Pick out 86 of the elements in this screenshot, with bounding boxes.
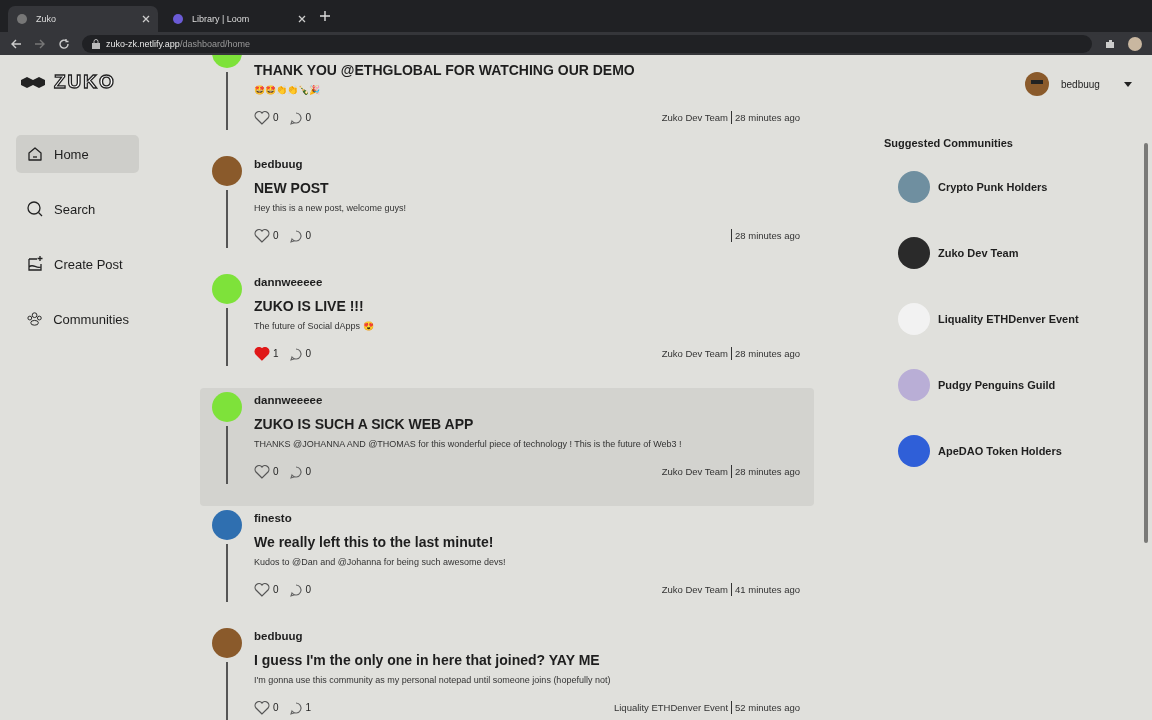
post-title: ZUKO IS LIVE !!!: [254, 298, 365, 314]
nav-item[interactable]: Communities: [16, 300, 139, 338]
heart-icon[interactable]: [254, 228, 270, 243]
scrollbar[interactable]: [1144, 143, 1148, 543]
user-avatar-icon: [1025, 72, 1049, 96]
community-item[interactable]: ApeDAO Token Holders: [884, 418, 1152, 484]
post-body: I'm gonna use this community as my personal notepad until someone joins (hopefully not): [254, 675, 612, 687]
post-community[interactable]: Liquality ETHDenver Event: [613, 702, 729, 713]
community-item[interactable]: Pudgy Penguins Guild: [884, 352, 1152, 418]
post-title: NEW POST: [254, 180, 330, 196]
nav-item[interactable]: Home: [16, 135, 139, 173]
new-tab-icon: [320, 11, 330, 21]
people-icon: [26, 310, 44, 328]
post-author[interactable]: bedbuug: [254, 158, 800, 172]
address-field[interactable]: zuko-zk.netlify.app/dashboard/home: [82, 34, 1092, 53]
like-count: 0: [273, 466, 279, 477]
heart-filled-icon[interactable]: [254, 346, 270, 361]
back-icon: [10, 37, 22, 50]
comment-count: 0: [305, 348, 312, 359]
post-community[interactable]: Zuko Dev Team: [661, 466, 729, 477]
comment-count: 1: [305, 702, 312, 713]
browser-tab[interactable]: Zuko: [8, 6, 158, 32]
like-count: 0: [273, 584, 279, 595]
post-author[interactable]: dannweeeee: [254, 276, 800, 290]
post-body: THANKS @JOHANNA AND @THOMAS for this wonderful piece of technology ! This is the future of Web3 !: [254, 439, 683, 451]
post-author[interactable]: bedbuug: [254, 630, 800, 644]
heart-icon[interactable]: [254, 582, 270, 597]
comment-count: 0: [305, 466, 312, 477]
heart-icon[interactable]: [254, 464, 270, 479]
section-heading: Suggested Communities: [884, 137, 1014, 149]
close-icon: [298, 15, 306, 23]
search-icon: [26, 200, 44, 218]
comment-count: 0: [305, 584, 312, 595]
post-body: 🤩🤩👏👏🍾🎉: [254, 85, 321, 97]
comment-count: 0: [305, 112, 312, 123]
user-avatar[interactable]: [212, 156, 242, 186]
browser-tab[interactable]: Library | Loom: [164, 6, 314, 32]
community-item[interactable]: Crypto Punk Holders: [884, 154, 1152, 220]
post-title: I guess I'm the only one in here that joined? YAY ME: [254, 652, 601, 668]
cubes-logo-icon: [20, 75, 46, 89]
url-text: zuko-zk.netlify.app/dashboard/home: [106, 38, 250, 49]
post-time: 28 minutes ago: [735, 466, 800, 477]
post-time: 41 minutes ago: [735, 584, 800, 595]
post-time: 28 minutes ago: [735, 112, 800, 123]
home-icon: [26, 145, 44, 163]
post-body: Kudos to @Dan and @Johanna for being such awesome devs!: [254, 557, 507, 569]
post-author[interactable]: dannweeeee: [254, 394, 800, 408]
post-title: THANK YOU @ETHGLOBAL FOR WATCHING OUR DEMO: [254, 62, 636, 78]
tab-favicon-icon: [172, 13, 184, 25]
community-item[interactable]: Zuko Dev Team: [884, 220, 1152, 286]
comment-count: 0: [305, 230, 312, 241]
image-plus-icon: [26, 255, 44, 273]
extension-icon: [1104, 37, 1116, 50]
profile-avatar-icon: [1128, 36, 1142, 51]
post-body: The future of Social dApps 😍: [254, 321, 375, 333]
tab-favicon-icon: [16, 13, 28, 25]
like-count: 1: [273, 348, 279, 359]
post-time: 52 minutes ago: [735, 702, 800, 713]
lock-icon: [92, 38, 100, 49]
user-avatar[interactable]: [212, 628, 242, 658]
post-body: Hey this is a new post, welcome guys!: [254, 203, 408, 215]
tab-title: Zuko: [36, 14, 57, 24]
post-community[interactable]: Zuko Dev Team: [661, 584, 729, 595]
post-title: We really left this to the last minute!: [254, 534, 495, 550]
like-count: 0: [273, 702, 279, 713]
user-menu[interactable]: bedbuug: [1025, 72, 1152, 96]
caret-icon: [1123, 81, 1132, 87]
post-author[interactable]: finesto: [254, 512, 800, 526]
forward-icon: [34, 37, 46, 50]
like-count: 0: [273, 230, 279, 241]
user-avatar[interactable]: [212, 510, 242, 540]
like-count: 0: [273, 112, 279, 123]
reload-icon: [58, 37, 70, 50]
nav-item[interactable]: Search: [16, 190, 139, 228]
post-time: 28 minutes ago: [735, 230, 800, 241]
nav-item[interactable]: Create Post: [16, 245, 139, 283]
close-icon: [142, 15, 150, 23]
heart-icon[interactable]: [254, 110, 270, 125]
tab-title: Library | Loom: [192, 14, 251, 24]
logo-text: ZUKO: [54, 71, 116, 93]
heart-icon[interactable]: [254, 700, 270, 715]
post-community[interactable]: Zuko Dev Team: [661, 348, 729, 359]
community-item[interactable]: Liquality ETHDenver Event: [884, 286, 1152, 352]
post-title: ZUKO IS SUCH A SICK WEB APP: [254, 416, 475, 432]
post-time: 28 minutes ago: [735, 348, 800, 359]
post-community[interactable]: Zuko Dev Team: [661, 112, 729, 123]
